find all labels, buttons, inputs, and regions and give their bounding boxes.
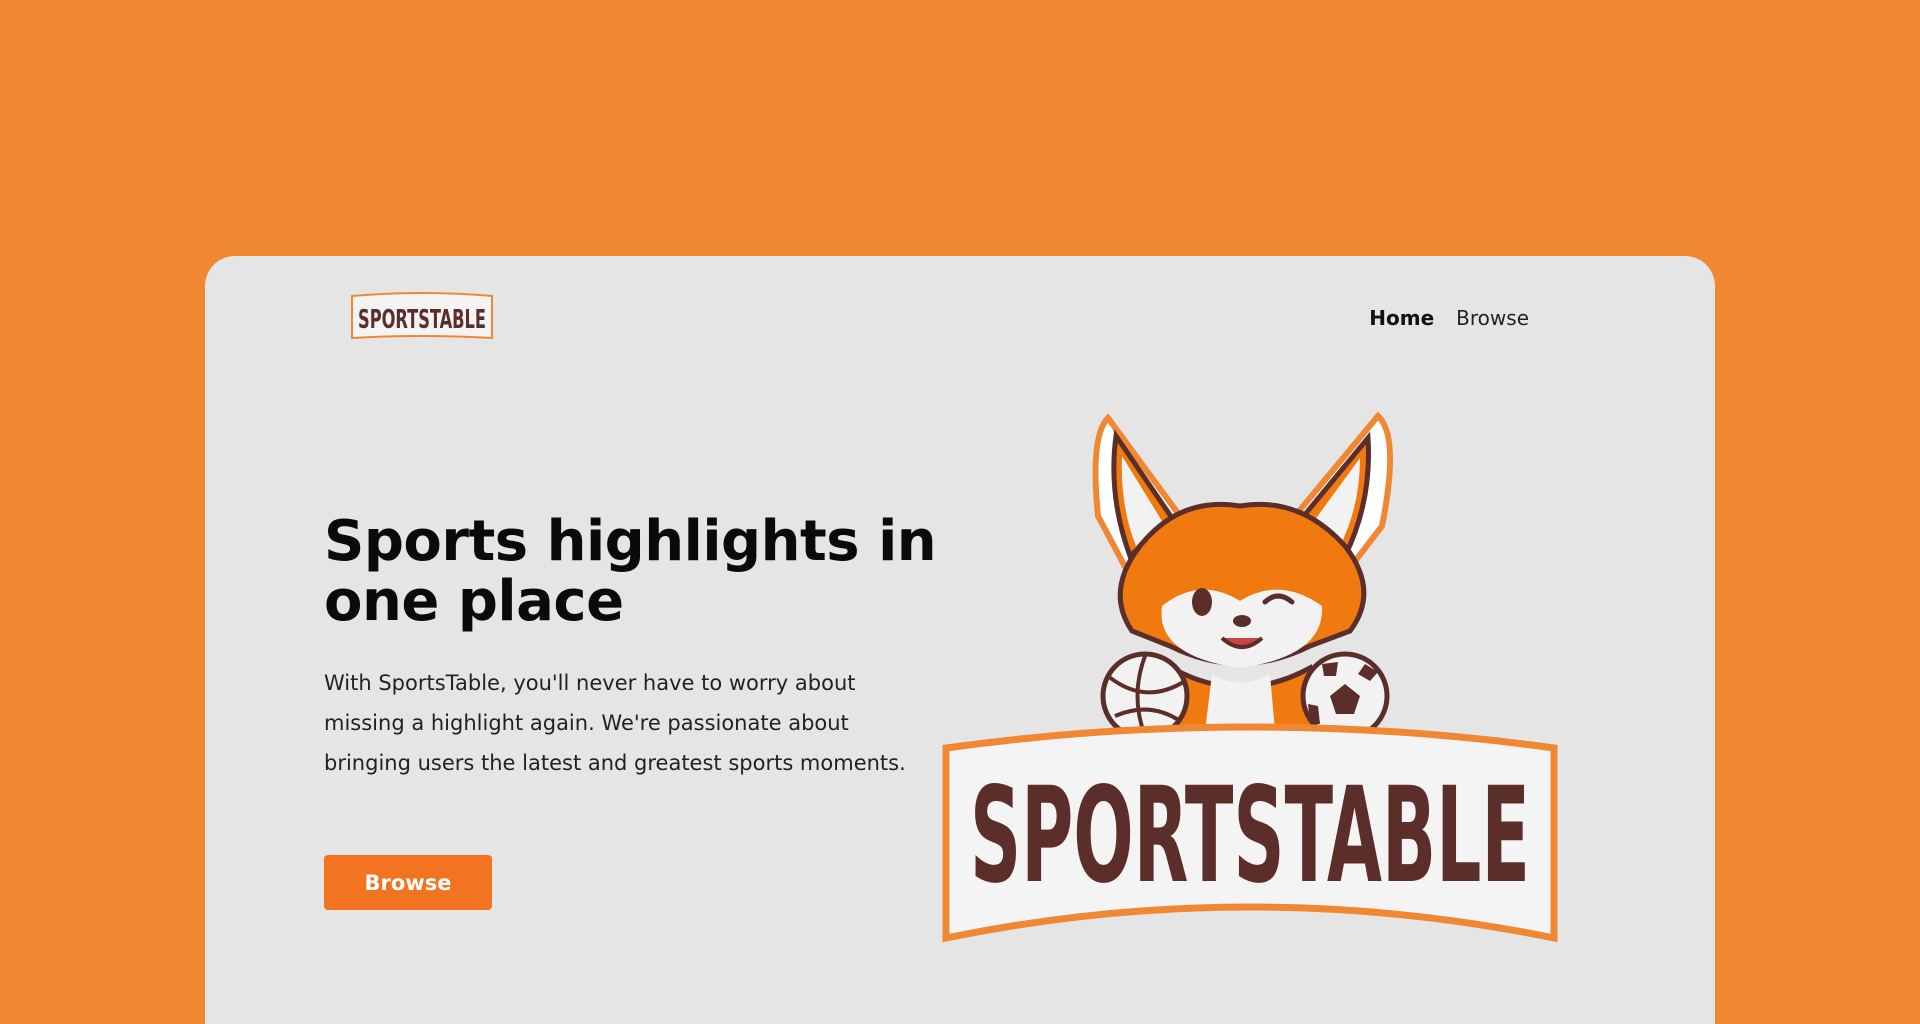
hero-description: With SportsTable, you'll never have to w… (324, 671, 906, 775)
mascot-wordmark: SPORTSTABLE (970, 759, 1530, 913)
fox-mascot-logo: SPORTSTABLE (942, 411, 1558, 943)
nav-browse-link[interactable]: Browse (1456, 306, 1529, 330)
nav-home-link[interactable]: Home (1369, 306, 1434, 330)
hero-title: Sports highlights in one place (324, 509, 937, 634)
browse-button[interactable]: Browse (324, 855, 492, 910)
fox-icon (1092, 411, 1394, 741)
page: SPORTSTABLE Home Browse Sports highlight… (0, 0, 1920, 1024)
header-logo-text: SPORTSTABLE (358, 305, 486, 335)
top-nav: Home Browse (1369, 306, 1529, 330)
header-logo[interactable]: SPORTSTABLE (349, 292, 495, 348)
main-card: SPORTSTABLE Home Browse Sports highlight… (205, 256, 1715, 1024)
